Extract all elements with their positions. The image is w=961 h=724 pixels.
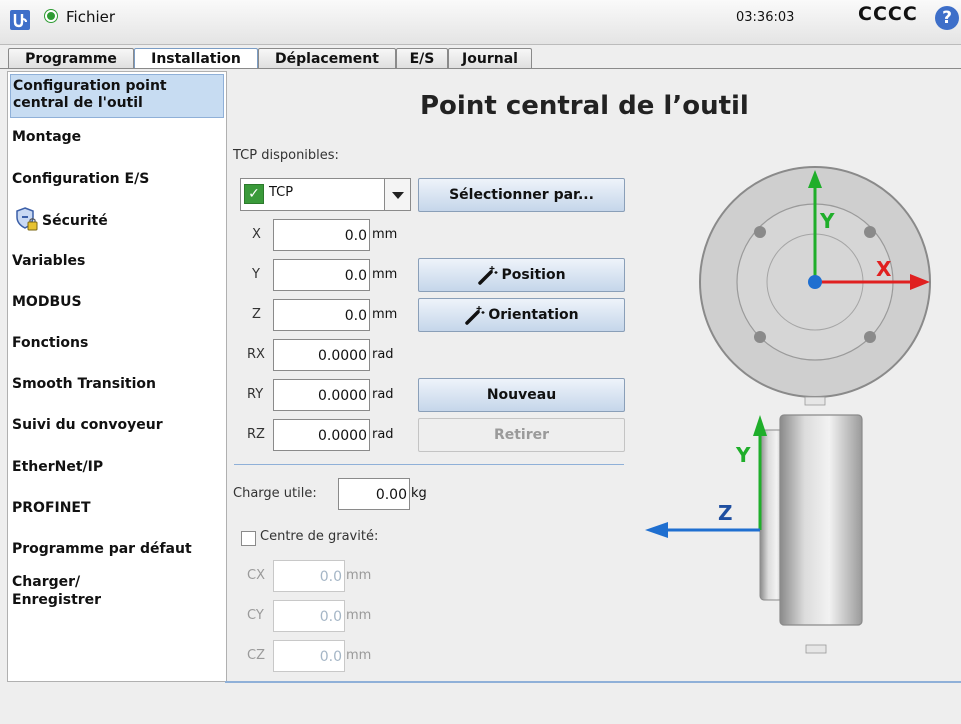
x-label: X — [252, 227, 261, 242]
rz-label: RZ — [247, 427, 265, 442]
sidebar-item-smooth-transition[interactable]: Smooth Transition — [12, 375, 156, 393]
file-status-icon[interactable] — [45, 10, 57, 22]
page-title: Point central de l’outil — [420, 91, 749, 121]
title-bar: Fichier 03:36:03 CCCC ? — [0, 0, 961, 45]
sidebar-item-tcp-configuration[interactable]: Configuration point central de l'outil — [10, 74, 224, 118]
sidebar-item-modbus[interactable]: MODBUS — [12, 293, 82, 311]
sidebar-item-fonctions[interactable]: Fonctions — [12, 334, 88, 352]
y-label: Y — [252, 267, 260, 282]
cz-unit: mm — [346, 648, 372, 663]
tcp-select[interactable]: ✓ TCP — [240, 178, 411, 211]
tab-es[interactable]: E/S — [396, 48, 448, 69]
z-field[interactable]: 0.0 — [273, 299, 370, 331]
cy-label: CY — [247, 608, 264, 623]
y-field[interactable]: 0.0 — [273, 259, 370, 291]
center-of-gravity-label: Centre de gravité: — [260, 529, 379, 544]
orientation-button-label: Orientation — [488, 307, 579, 323]
front-y-axis-label: Y — [819, 209, 835, 233]
payload-field[interactable]: 0.00 — [338, 478, 410, 510]
sidebar-item-default-program[interactable]: Programme par défaut — [12, 540, 192, 558]
rz-field[interactable]: 0.0000 — [273, 419, 370, 451]
cz-label: CZ — [247, 648, 265, 663]
file-menu[interactable]: Fichier — [66, 8, 115, 26]
new-tcp-button[interactable]: Nouveau — [418, 378, 625, 412]
shield-lock-icon — [16, 207, 38, 231]
select-by-button[interactable]: Sélectionner par... — [418, 178, 625, 212]
side-y-axis-label: Y — [735, 443, 751, 467]
position-button-label: Position — [501, 267, 566, 283]
front-x-axis-label: X — [876, 257, 892, 281]
section-divider — [234, 464, 624, 465]
payload-unit: kg — [411, 486, 427, 501]
cz-field[interactable]: 0.0 — [273, 640, 345, 672]
check-icon: ✓ — [244, 184, 264, 204]
sidebar-item-variables[interactable]: Variables — [12, 252, 85, 270]
cy-field[interactable]: 0.0 — [273, 600, 345, 632]
sidebar-item-conveyor-tracking[interactable]: Suivi du convoyeur — [12, 416, 163, 434]
ry-unit: rad — [372, 387, 394, 402]
rx-field[interactable]: 0.0000 — [273, 339, 370, 371]
tool-flange-graphic: Y X Y Z — [645, 166, 931, 654]
tab-deplacement[interactable]: Déplacement — [258, 48, 396, 69]
help-icon[interactable]: ? — [935, 6, 959, 30]
z-label: Z — [252, 307, 261, 322]
cx-unit: mm — [346, 568, 372, 583]
sidebar-item-securite[interactable]: Sécurité — [42, 212, 108, 230]
y-unit: mm — [372, 267, 398, 282]
tab-journal[interactable]: Journal — [448, 48, 532, 69]
sidebar-item-label: Configuration point central de l'outil — [13, 78, 167, 111]
tab-programme[interactable]: Programme — [8, 48, 134, 69]
side-z-axis-label: Z — [718, 501, 733, 525]
remove-tcp-button[interactable]: Retirer — [418, 418, 625, 452]
tcp-selected-value: TCP — [269, 185, 294, 200]
payload-label: Charge utile: — [233, 486, 317, 501]
cx-label: CX — [247, 568, 265, 583]
sidebar-item-montage[interactable]: Montage — [12, 128, 81, 146]
tcp-available-label: TCP disponibles: — [233, 148, 339, 163]
x-unit: mm — [372, 227, 398, 242]
sidebar-item-ethernet-ip[interactable]: EtherNet/IP — [12, 458, 103, 476]
x-field[interactable]: 0.0 — [273, 219, 370, 251]
magic-wand-icon — [465, 306, 485, 325]
magic-wand-icon — [478, 266, 498, 285]
ry-label: RY — [247, 387, 264, 402]
rx-unit: rad — [372, 347, 394, 362]
robot-name: CCCC — [858, 3, 918, 25]
tab-bar-border — [0, 68, 961, 69]
chevron-down-icon[interactable] — [384, 179, 410, 210]
ur-logo-icon — [10, 10, 30, 30]
panel-bottom-border — [225, 681, 961, 683]
rz-unit: rad — [372, 427, 394, 442]
ry-field[interactable]: 0.0000 — [273, 379, 370, 411]
orientation-button[interactable]: Orientation — [418, 298, 625, 332]
clock: 03:36:03 — [736, 10, 795, 25]
sidebar-item-io-configuration[interactable]: Configuration E/S — [12, 170, 149, 188]
position-button[interactable]: Position — [418, 258, 625, 292]
cy-unit: mm — [346, 608, 372, 623]
center-of-gravity-checkbox[interactable] — [241, 531, 256, 546]
sidebar-item-profinet[interactable]: PROFINET — [12, 499, 91, 517]
sidebar: Configuration point central de l'outil M… — [7, 71, 227, 682]
sidebar-item-load-save[interactable]: Charger/ Enregistrer — [12, 573, 132, 609]
rx-label: RX — [247, 347, 265, 362]
z-unit: mm — [372, 307, 398, 322]
tab-installation[interactable]: Installation — [134, 48, 258, 69]
cx-field[interactable]: 0.0 — [273, 560, 345, 592]
